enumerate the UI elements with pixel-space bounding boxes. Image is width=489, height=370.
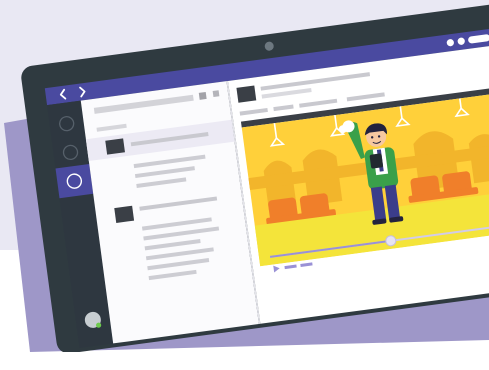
list-item-thumbnail (114, 205, 135, 223)
list-filter-button[interactable] (212, 90, 220, 98)
list-search-button[interactable] (198, 91, 207, 100)
nav-item-active[interactable] (55, 164, 94, 199)
foreground-shelf (0, 352, 489, 370)
scene (0, 0, 489, 370)
list-item-thumbnail (105, 138, 125, 155)
content-thumbnail (236, 85, 257, 103)
